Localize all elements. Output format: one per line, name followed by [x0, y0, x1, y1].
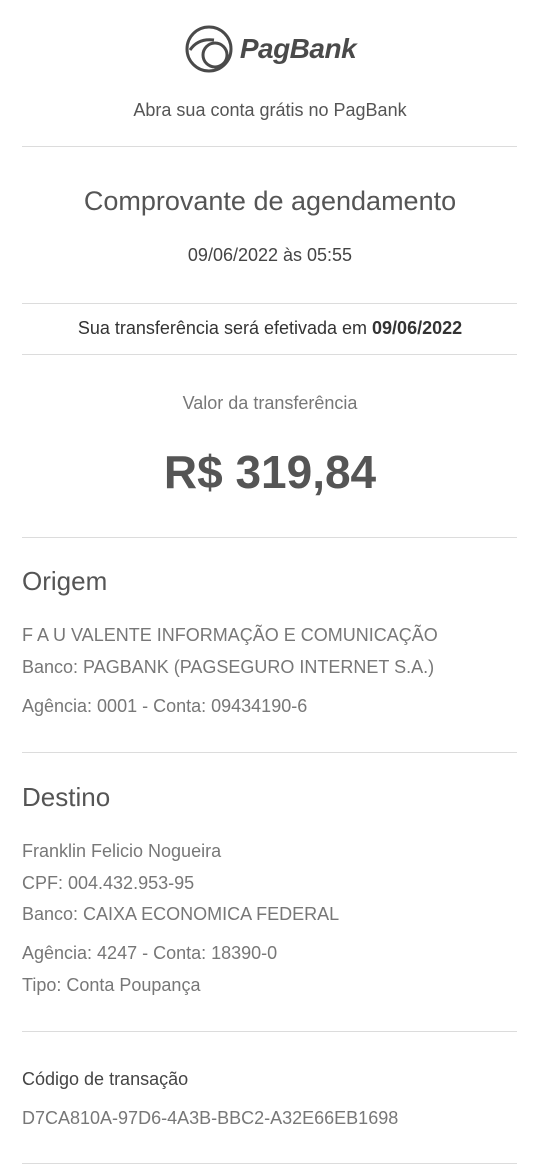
destination-type: Tipo: Conta Poupança	[22, 975, 201, 995]
origin-account: Agência: 0001 - Conta: 09434190-6	[22, 696, 308, 716]
divider	[22, 354, 517, 355]
scheduled-notice: Sua transferência será efetivada em 09/0…	[0, 318, 540, 339]
destination-cpf: CPF: 004.432.953-95	[22, 873, 195, 893]
divider	[22, 146, 517, 147]
divider	[22, 752, 517, 753]
scheduled-prefix: Sua transferência será efetivada em	[77, 318, 373, 338]
origin-name: F A U VALENTE INFORMAÇÃO E COMUNICAÇÃO	[22, 625, 438, 645]
receipt-datetime: 09/06/2022 às 05:55	[187, 245, 353, 265]
page-title: Comprovante de agendamento	[83, 186, 457, 216]
divider	[22, 537, 517, 538]
divider	[22, 1163, 517, 1164]
destination-heading: Destino	[22, 782, 111, 812]
transaction-code-label: Código de transação	[22, 1069, 189, 1089]
open-account-link[interactable]: Abra sua conta grátis no PagBank	[0, 100, 540, 121]
brand-name: PagBank	[239, 33, 357, 64]
transaction-code: D7CA810A-97D6-4A3B-BBC2-A32E66EB1698	[22, 1108, 399, 1128]
destination-bank: Banco: CAIXA ECONOMICA FEDERAL	[22, 904, 340, 924]
origin-heading: Origem	[22, 566, 108, 596]
scheduled-date: 09/06/2022	[372, 318, 463, 338]
destination-name: Franklin Felicio Nogueira	[22, 841, 222, 861]
brand-logo: PagBank	[0, 22, 540, 76]
divider	[22, 1031, 517, 1032]
amount-label: Valor da transferência	[182, 393, 358, 413]
destination-account: Agência: 4247 - Conta: 18390-0	[22, 943, 278, 963]
pagbank-logo-icon	[185, 25, 233, 73]
divider	[22, 303, 517, 304]
origin-bank: Banco: PAGBANK (PAGSEGURO INTERNET S.A.)	[22, 657, 435, 677]
amount-value: R$ 319,84	[163, 446, 377, 498]
